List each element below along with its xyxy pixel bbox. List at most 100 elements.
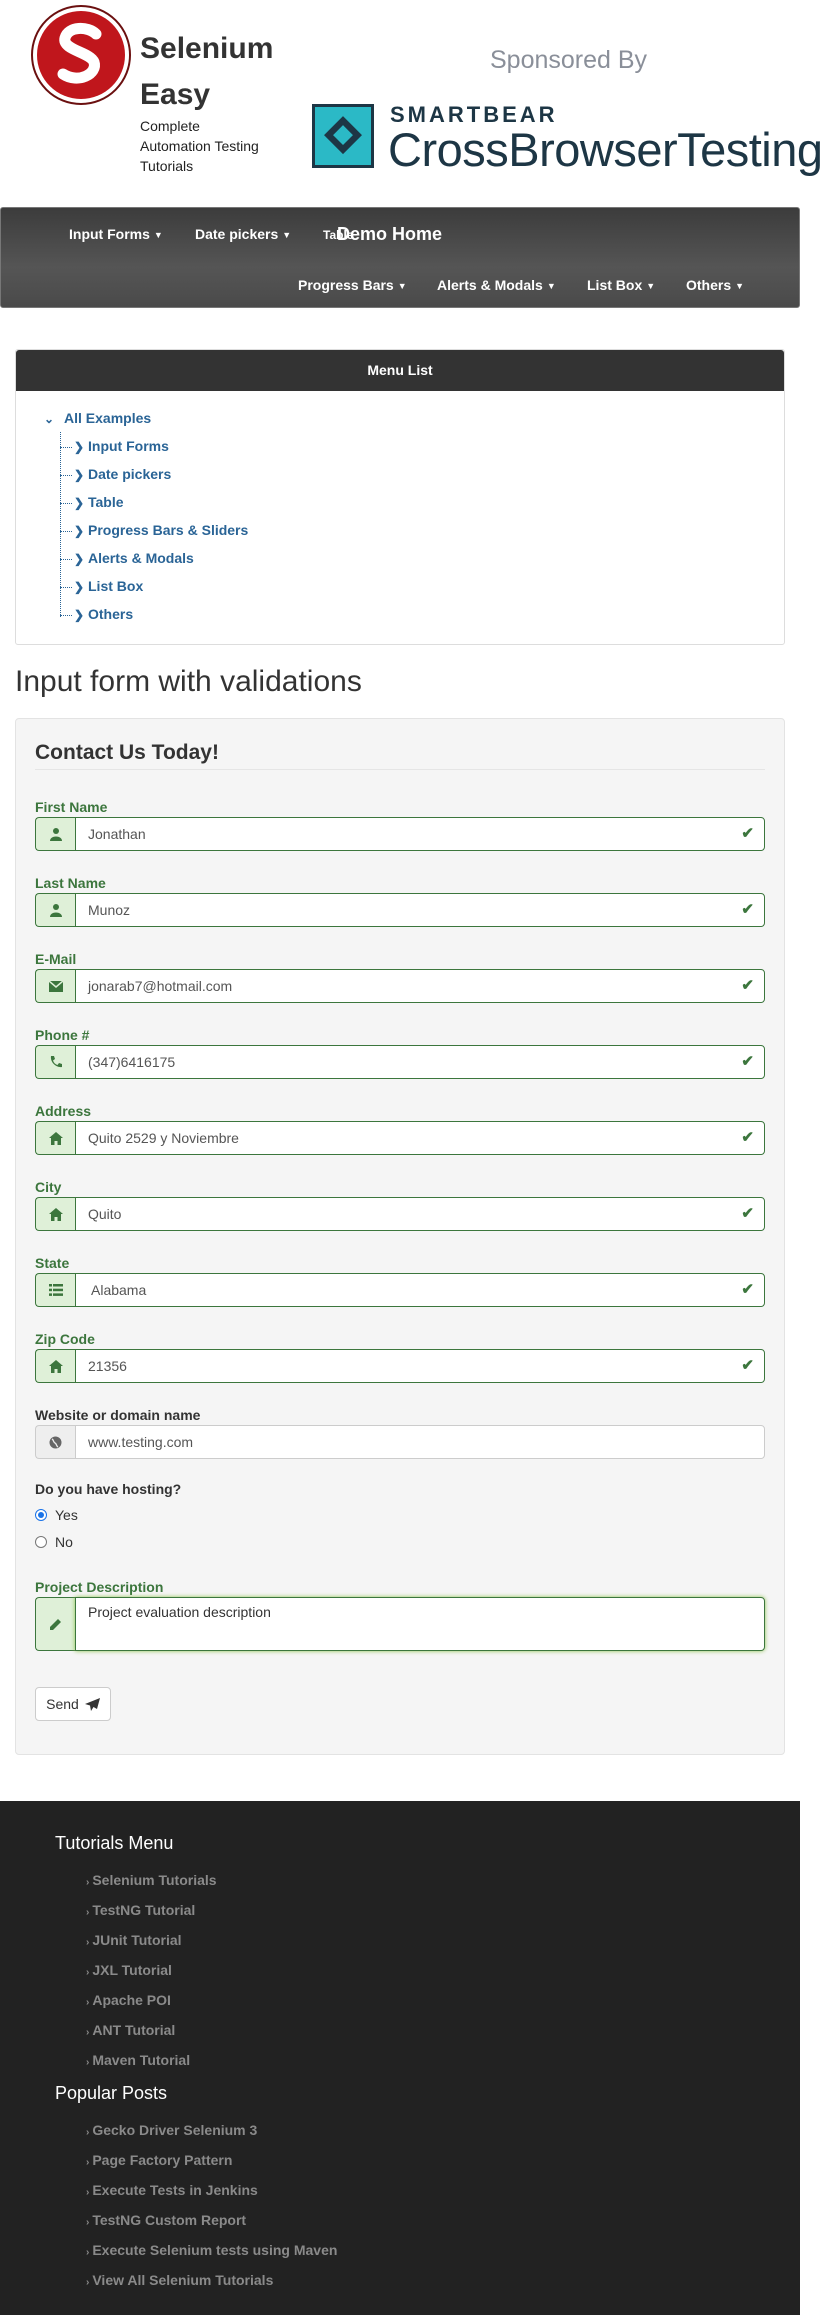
tree-item-label: Date pickers — [88, 466, 172, 482]
footer-link-maven[interactable]: › Maven Tutorial — [86, 2052, 190, 2068]
tree-dash — [60, 446, 72, 448]
tree-dash — [60, 586, 72, 588]
tree-item-list-box[interactable]: ❯ List Box — [60, 576, 143, 596]
footer-link-selenium[interactable]: › Selenium Tutorials — [86, 1872, 217, 1888]
footer-post-page-factory[interactable]: › Page Factory Pattern — [86, 2152, 232, 2168]
brand-name-line1: Selenium — [140, 32, 274, 65]
footer-link-label: JXL Tutorial — [92, 1962, 172, 1978]
last-name-input[interactable]: Munoz ✔ — [75, 893, 765, 927]
footer-post-jenkins[interactable]: › Execute Tests in Jenkins — [86, 2182, 258, 2198]
nav-others[interactable]: Others ▼ — [686, 277, 744, 293]
footer-link-label: Selenium Tutorials — [92, 1872, 217, 1888]
nav-alerts-modals[interactable]: Alerts & Modals ▼ — [437, 277, 556, 293]
email-group: E-Mail jonarab7@hotmail.com ✔ — [35, 949, 765, 1003]
tree-dash — [60, 558, 72, 560]
tree-root-all-examples[interactable]: ⌄ All Examples — [44, 410, 151, 426]
angle-right-icon: › — [86, 1997, 90, 2008]
brand-name[interactable]: Selenium Easy — [140, 26, 300, 118]
phone-icon — [35, 1045, 75, 1079]
hosting-question: Do you have hosting? — [35, 1481, 182, 1497]
crossbrowsertesting-text[interactable]: CrossBrowserTesting — [388, 122, 823, 177]
hosting-no-option[interactable]: No — [35, 1534, 73, 1550]
nav-input-forms-label: Input Forms — [69, 226, 150, 242]
footer-link-label: TestNG Tutorial — [92, 1902, 196, 1918]
angle-right-icon: › — [86, 1877, 90, 1888]
tagline-line1: Complete — [140, 118, 200, 134]
address-label: Address — [35, 1103, 92, 1119]
angle-right-icon: › — [86, 2127, 90, 2138]
check-icon: ✔ — [741, 1129, 754, 1146]
crossbrowsertesting-icon[interactable] — [312, 104, 374, 168]
footer-link-apache-poi[interactable]: › Apache POI — [86, 1992, 171, 2008]
zip-group: Zip Code 21356 ✔ — [35, 1329, 765, 1383]
nav-date-pickers[interactable]: Date pickers ▼ — [195, 226, 291, 242]
state-select[interactable]: Alabama ✔ — [75, 1273, 765, 1307]
last-name-value: Munoz — [88, 902, 131, 918]
tagline-line2: Automation Testing — [140, 138, 259, 154]
tree-root-label: All Examples — [64, 410, 152, 426]
selenium-easy-logo[interactable] — [30, 4, 132, 106]
chevron-right-icon: ❯ — [74, 468, 85, 482]
check-icon: ✔ — [741, 901, 754, 918]
footer-link-label: JUnit Tutorial — [92, 1932, 182, 1948]
angle-right-icon: › — [86, 2187, 90, 2198]
address-input[interactable]: Quito 2529 y Noviembre ✔ — [75, 1121, 765, 1155]
angle-right-icon: › — [86, 2217, 90, 2228]
globe-icon — [35, 1425, 75, 1459]
nav-date-pickers-label: Date pickers — [195, 226, 279, 242]
menu-list-panel: Menu List ⌄ All Examples ❯ Input Forms ❯ Da… — [15, 349, 785, 645]
footer-post-testng-report[interactable]: › TestNG Custom Report — [86, 2212, 246, 2228]
tree-dash — [60, 530, 72, 532]
address-group: Address Quito 2529 y Noviembre ✔ — [35, 1101, 765, 1155]
footer-post-view-all[interactable]: › View All Selenium Tutorials — [86, 2272, 273, 2288]
demo-home-link[interactable]: Demo Home — [337, 224, 442, 245]
angle-right-icon: › — [86, 1907, 90, 1918]
check-icon: ✔ — [741, 825, 754, 842]
tree-item-input-forms[interactable]: ❯ Input Forms — [60, 436, 169, 456]
hosting-no-radio[interactable] — [35, 1536, 47, 1548]
tree-dash — [60, 614, 72, 616]
footer-link-junit[interactable]: › JUnit Tutorial — [86, 1932, 182, 1948]
footer-post-label: Page Factory Pattern — [92, 2152, 233, 2168]
tree-item-table[interactable]: ❯ Table — [60, 492, 124, 512]
website-input[interactable]: www.testing.com — [75, 1425, 765, 1459]
home-icon — [35, 1121, 75, 1155]
first-name-label: First Name — [35, 799, 108, 815]
footer-post-gecko[interactable]: › Gecko Driver Selenium 3 — [86, 2122, 257, 2138]
footer-post-maven[interactable]: › Execute Selenium tests using Maven — [86, 2242, 337, 2258]
tree-item-date-pickers[interactable]: ❯ Date pickers — [60, 464, 171, 484]
hosting-yes-option[interactable]: Yes — [35, 1507, 78, 1523]
hosting-yes-label: Yes — [55, 1507, 78, 1523]
chevron-right-icon: ❯ — [74, 608, 85, 622]
city-input[interactable]: Quito ✔ — [75, 1197, 765, 1231]
caret-down-icon: ▼ — [646, 281, 656, 291]
state-group: State Alabama ✔ — [35, 1253, 765, 1307]
tagline-line3: Tutorials — [140, 158, 194, 174]
send-button[interactable]: Send — [35, 1687, 111, 1721]
hosting-yes-radio[interactable] — [35, 1509, 47, 1521]
footer-link-jxl[interactable]: › JXL Tutorial — [86, 1962, 172, 1978]
tree-item-label: Progress Bars & Sliders — [88, 522, 249, 538]
tree-item-others[interactable]: ❯ Others — [60, 604, 133, 624]
zip-input[interactable]: 21356 ✔ — [75, 1349, 765, 1383]
nav-input-forms[interactable]: Input Forms ▼ — [69, 226, 163, 242]
email-input[interactable]: jonarab7@hotmail.com ✔ — [75, 969, 765, 1003]
check-icon: ✔ — [741, 1053, 754, 1070]
angle-right-icon: › — [86, 1967, 90, 1978]
website-group: Website or domain name www.testing.com — [35, 1405, 765, 1459]
caret-down-icon: ▼ — [546, 281, 556, 291]
pencil-icon — [35, 1597, 75, 1651]
tree-item-progress-bars[interactable]: ❯ Progress Bars & Sliders — [60, 520, 248, 540]
description-textarea[interactable]: Project evaluation description — [75, 1597, 765, 1651]
tree-dash — [60, 474, 72, 476]
nav-list-box[interactable]: List Box ▼ — [587, 277, 655, 293]
menu-list-header: Menu List — [16, 350, 784, 391]
site-footer: Tutorials Menu › Selenium Tutorials › Test… — [0, 1801, 800, 2315]
tree-item-alerts-modals[interactable]: ❯ Alerts & Modals — [60, 548, 194, 568]
first-name-input[interactable]: Jonathan ✔ — [75, 817, 765, 851]
footer-link-testng[interactable]: › TestNG Tutorial — [86, 1902, 195, 1918]
phone-input[interactable]: (347)6416175 ✔ — [75, 1045, 765, 1079]
footer-link-ant[interactable]: › ANT Tutorial — [86, 2022, 175, 2038]
nav-progress-bars[interactable]: Progress Bars ▼ — [298, 277, 407, 293]
user-icon — [35, 817, 75, 851]
